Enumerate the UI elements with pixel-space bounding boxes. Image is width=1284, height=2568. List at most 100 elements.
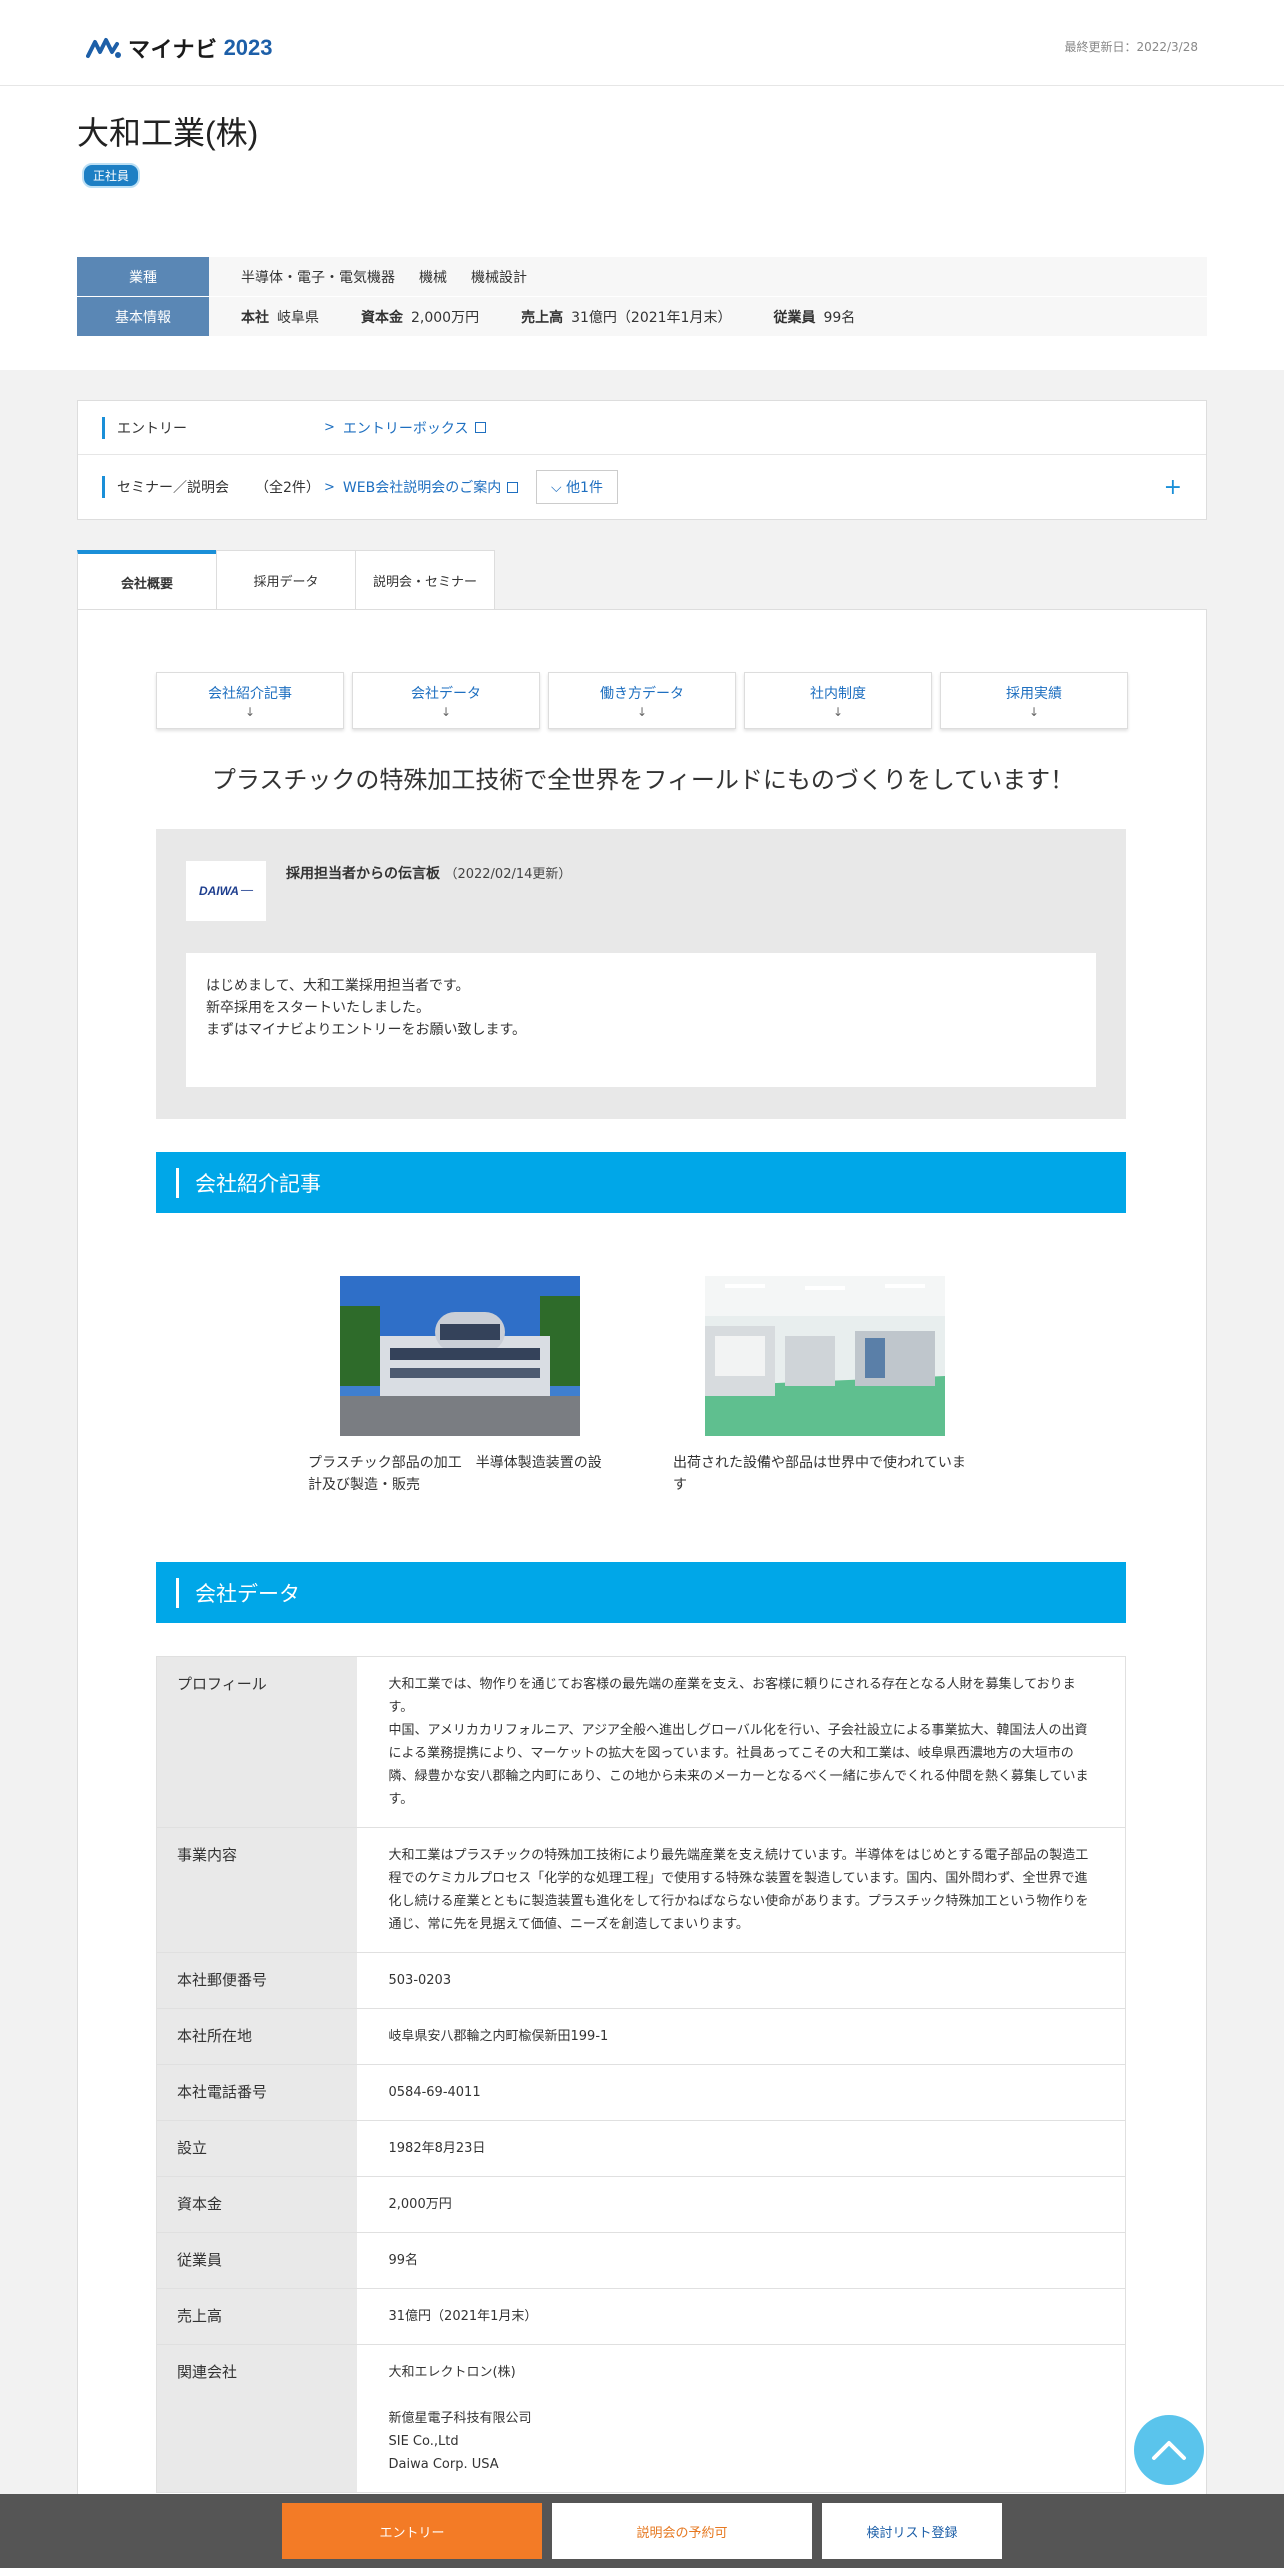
heading-bar <box>176 1577 179 1608</box>
anchor-label: 社内制度 <box>810 685 866 702</box>
data-table-key: 資本金 <box>156 2176 357 2233</box>
tab-bar: 会社概要 採用データ 説明会・セミナー <box>77 550 495 610</box>
tab-seminar[interactable]: 説明会・セミナー <box>355 550 495 610</box>
external-window-icon <box>507 481 519 493</box>
data-table-value: 503-0203 <box>356 1952 1126 2009</box>
chevron-up-icon <box>1152 2441 1186 2460</box>
data-table-key: 従業員 <box>156 2232 357 2289</box>
chevron-down-icon: ⌵ <box>551 480 567 496</box>
data-table-value: 31億円（2021年1月末） <box>356 2288 1126 2345</box>
data-table-key: 売上高 <box>156 2288 357 2345</box>
capital-pair: 資本金 2,000万円 <box>361 307 479 327</box>
tab-recruit-data[interactable]: 採用データ <box>216 550 356 610</box>
anchor-label: 会社データ <box>411 685 481 702</box>
message-date: （2022/02/14更新） <box>444 867 572 882</box>
external-window-icon <box>474 422 486 433</box>
chevron-right-icon: > <box>324 420 335 435</box>
hq-pair: 本社 岐阜県 <box>241 307 319 327</box>
message-line: 新卒採用をスタートいたしました。 <box>206 1000 430 1016</box>
entry-button[interactable]: エントリー <box>282 2503 542 2559</box>
entry-box-link[interactable]: > エントリーボックス <box>324 418 486 438</box>
anchor-work-style[interactable]: 働き方データ ↓ <box>548 672 736 729</box>
data-table-row: 従業員 99名 <box>156 2232 1126 2289</box>
more-seminars-text: 他1件 <box>566 480 603 496</box>
anchor-results[interactable]: 採用実績 ↓ <box>940 672 1128 729</box>
article-card[interactable]: 出荷された設備や部品は世界中で使われています <box>673 1276 973 1496</box>
arrow-down-icon: ↓ <box>440 704 452 719</box>
sales-value: 31億円（2021年1月末） <box>571 309 732 326</box>
expand-plus-icon[interactable]: + <box>1164 475 1182 500</box>
article-photo-factory <box>705 1276 945 1436</box>
logo-year: 2023 <box>223 35 273 60</box>
entry-row: エントリー > エントリーボックス <box>78 401 1206 455</box>
capital-value: 2,000万円 <box>411 309 480 326</box>
data-table-value: 大和エレクトロン(株) 新億星電子科技有限公司 SIE Co.,Ltd Daiw… <box>356 2344 1126 2493</box>
data-table-key: 本社電話番号 <box>156 2064 357 2121</box>
data-table-row: 事業内容 大和工業はプラスチックの特殊加工技術により最先端産業を支え続けています。… <box>156 1827 1126 1953</box>
basic-row: 基本情報 本社 岐阜県 資本金 2,000万円 売上高 31億円（2021年1月末） … <box>77 297 1207 336</box>
data-table-row: 資本金 2,000万円 <box>156 2176 1126 2233</box>
arrow-down-icon: ↓ <box>1028 704 1040 719</box>
company-logo: DAIWA ━━━━ <box>186 861 266 921</box>
message-title-text: 採用担当者からの伝言板 <box>286 866 440 882</box>
data-table-row: 本社所在地 岐阜県安八郡輪之内町楡俣新田199-1 <box>156 2008 1126 2065</box>
anchor-article[interactable]: 会社紹介記事 ↓ <box>156 672 344 729</box>
message-line: まずはマイナビよりエントリーをお願い致します。 <box>206 1022 527 1038</box>
data-table-value: 2,000万円 <box>356 2176 1126 2233</box>
tab-company-overview[interactable]: 会社概要 <box>77 550 217 610</box>
data-table-value: 大和工業では、物作りを通じてお客様の最先端の産業を支え、お客様に頼りにされる存在… <box>356 1656 1126 1828</box>
article-caption: 出荷された設備や部品は世界中で使われています <box>673 1455 966 1493</box>
seminar-label-text: セミナー／説明会 <box>117 480 229 496</box>
industry-value: 半導体・電子・電気機器 機械 機械設計 <box>209 257 1207 296</box>
seminar-link[interactable]: > WEB会社説明会のご案内 <box>324 477 519 497</box>
entry-box: エントリー > エントリーボックス セミナー／説明会 （全2件） > WEB会社説… <box>77 400 1207 520</box>
mynavi-logo-icon <box>86 38 121 58</box>
industry-item: 半導体・電子・電気機器 <box>241 269 395 286</box>
data-table-row: 関連会社 大和エレクトロン(株) 新億星電子科技有限公司 SIE Co.,Ltd … <box>156 2344 1126 2493</box>
employees-label: 従業員 <box>773 309 816 326</box>
page-top-button[interactable] <box>1134 2415 1204 2485</box>
add-to-list-button[interactable]: 検討リスト登録 <box>822 2503 1002 2559</box>
seminar-reserve-button[interactable]: 説明会の予約可 <box>552 2503 812 2559</box>
anchor-label: 会社紹介記事 <box>208 685 292 702</box>
hq-value: 岐阜県 <box>277 309 319 326</box>
anchor-system[interactable]: 社内制度 ↓ <box>744 672 932 729</box>
data-table-key: 本社郵便番号 <box>156 1952 357 2009</box>
data-table-row: 本社郵便番号 503-0203 <box>156 1952 1126 2009</box>
entry-label: エントリー <box>102 416 187 439</box>
section-heading-text: 会社データ <box>195 1581 300 1606</box>
industry-item: 機械設計 <box>471 269 527 286</box>
mynavi-logo[interactable]: マイナビ 2023 <box>86 32 273 64</box>
capital-label: 資本金 <box>361 309 403 326</box>
article-photo-building <box>340 1276 580 1436</box>
message-title: 採用担当者からの伝言板 （2022/02/14更新） <box>286 863 571 883</box>
industry-item: 機械 <box>419 269 447 286</box>
message-board: DAIWA ━━━━ 採用担当者からの伝言板 （2022/02/14更新） はじめ… <box>156 829 1126 1119</box>
top-area: マイナビ 2023 最終更新日：2022/3/28 大和工業(株) 正社員 業種… <box>0 0 1284 370</box>
basic-label: 基本情報 <box>77 297 209 336</box>
more-seminars-button[interactable]: ⌵ 他1件 <box>536 470 618 504</box>
sales-pair: 売上高 31億円（2021年1月末） <box>521 307 731 327</box>
section-heading-articles: 会社紹介記事 <box>156 1152 1126 1213</box>
data-table-row: 設立 1982年8月23日 <box>156 2120 1126 2177</box>
anchor-nav: 会社紹介記事 ↓ 会社データ ↓ 働き方データ ↓ 社内制度 ↓ 採用実績 ↓ <box>156 672 1136 729</box>
company-name: 大和工業(株) <box>77 115 259 151</box>
data-table-row: 本社電話番号 0584-69-4011 <box>156 2064 1126 2121</box>
fixed-footer-bar: エントリー 説明会の予約可 検討リスト登録 <box>0 2494 1284 2568</box>
logo-subtext: ━━━━ <box>240 888 254 894</box>
seminar-row: セミナー／説明会 （全2件） > WEB会社説明会のご案内 ⌵ 他1件 + <box>78 455 1206 519</box>
industry-label: 業種 <box>77 257 209 296</box>
anchor-label: 働き方データ <box>600 685 684 702</box>
data-table-value: 1982年8月23日 <box>356 2120 1126 2177</box>
section-heading-text: 会社紹介記事 <box>195 1171 321 1196</box>
data-table-key: 本社所在地 <box>156 2008 357 2065</box>
anchor-label: 採用実績 <box>1006 685 1062 702</box>
company-data-table: プロフィール 大和工業では、物作りを通じてお客様の最先端の産業を支え、お客様に頼り… <box>156 1656 1126 2493</box>
logo-text: マイナビ <box>128 37 218 62</box>
data-table-value: 0584-69-4011 <box>356 2064 1126 2121</box>
data-table-key: 事業内容 <box>156 1827 357 1953</box>
anchor-company-data[interactable]: 会社データ ↓ <box>352 672 540 729</box>
hq-label: 本社 <box>241 309 269 326</box>
entry-label-text: エントリー <box>117 420 187 437</box>
article-card[interactable]: プラスチック部品の加工 半導体製造装置の設計及び製造・販売 <box>308 1276 608 1496</box>
